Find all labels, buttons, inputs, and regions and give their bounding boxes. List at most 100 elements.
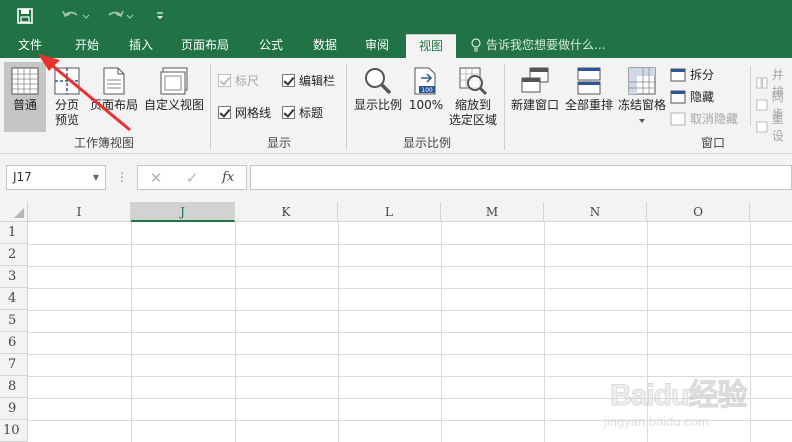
column-header[interactable]: J: [131, 202, 235, 222]
gridline: [28, 266, 792, 267]
watermark-url: jingyan.baidu.com: [604, 414, 709, 429]
row-header[interactable]: 2: [0, 244, 28, 266]
column-header[interactable]: M: [441, 202, 544, 222]
row-header[interactable]: 8: [0, 376, 28, 398]
tab-formulas[interactable]: 公式: [248, 32, 294, 58]
unhide-icon: [670, 112, 686, 125]
new-window-label: 新建窗口: [510, 98, 559, 112]
row-header[interactable]: 5: [0, 310, 28, 332]
zoom-selection-label-1: 缩放到: [454, 98, 491, 112]
zoom-button[interactable]: 显示比例: [352, 62, 404, 132]
custom-views-label: 自定义视图: [143, 98, 204, 112]
formula-input[interactable]: [250, 165, 792, 190]
title-bar: [0, 0, 792, 32]
gridlines-label: 网格线: [235, 106, 272, 120]
group-separator: [750, 66, 751, 126]
tab-insert[interactable]: 插入: [118, 32, 164, 58]
row-header[interactable]: 3: [0, 266, 28, 288]
column-header[interactable]: K: [235, 202, 338, 222]
freeze-panes-icon: [628, 67, 656, 95]
formula-bar-label: 编辑栏: [299, 74, 336, 88]
ribbon-tabs: 文件 开始 插入 页面布局 公式 数据 审阅 视图 告诉我您想要做什么...: [0, 32, 792, 58]
freeze-panes-button[interactable]: 冻结窗格: [616, 62, 668, 132]
hide-button[interactable]: 隐藏: [670, 88, 714, 105]
ribbon: 普通 分页 预览 页面布局 自定义视图 工作簿视图 标尺 编辑栏 网格线 标题 …: [0, 58, 792, 154]
tab-home[interactable]: 开始: [64, 32, 110, 58]
row-header[interactable]: 1: [0, 222, 28, 244]
column-header-partial[interactable]: [750, 202, 792, 222]
tab-review[interactable]: 审阅: [354, 32, 400, 58]
watermark-brand: Baidu经验: [609, 379, 747, 413]
chevron-down-icon[interactable]: ▼: [93, 166, 99, 189]
formula-bar: J17 ▼ ⋮ ✕ ✓ fx: [0, 154, 792, 202]
watermark: Baidu经验 jingyan.baidu.com: [600, 370, 785, 438]
new-window-button[interactable]: 新建窗口: [508, 62, 562, 132]
gridline: [28, 244, 792, 245]
formula-bar-check-box: [282, 74, 295, 87]
zoom-label: 显示比例: [353, 98, 402, 112]
arrange-all-label: 全部重排: [564, 98, 613, 112]
save-icon[interactable]: [12, 4, 38, 28]
page-break-label-2: 预览: [54, 113, 79, 127]
new-window-icon: [521, 67, 549, 93]
tab-file[interactable]: 文件: [8, 32, 52, 58]
undo-icon[interactable]: [58, 4, 94, 28]
unhide-button[interactable]: 取消隐藏: [670, 110, 738, 127]
insert-function-icon[interactable]: fx: [222, 170, 234, 185]
select-all-button[interactable]: [0, 202, 28, 222]
name-box-value: J17: [13, 170, 32, 184]
enter-icon[interactable]: ✓: [186, 169, 199, 187]
row-header[interactable]: 4: [0, 288, 28, 310]
zoom-to-selection-button[interactable]: 缩放到 选定区域: [446, 62, 500, 132]
redo-icon[interactable]: [102, 4, 138, 28]
arrange-all-button[interactable]: 全部重排: [562, 62, 616, 132]
hide-icon: [670, 90, 686, 103]
custom-views-button[interactable]: 自定义视图: [142, 62, 206, 132]
cancel-icon[interactable]: ✕: [150, 169, 163, 187]
ruler-check-box: [218, 74, 231, 87]
formula-bar-checkbox[interactable]: 编辑栏: [282, 72, 335, 89]
window-group-label: 窗口: [700, 136, 725, 150]
show-group-label: 显示: [266, 136, 291, 150]
tab-data[interactable]: 数据: [302, 32, 348, 58]
page-break-label-1: 分页: [54, 98, 79, 112]
gridline: [28, 310, 792, 311]
page-break-preview-button[interactable]: 分页 预览: [48, 62, 86, 132]
headings-check-box: [282, 106, 295, 119]
svg-text:100: 100: [421, 87, 433, 94]
lightbulb-icon: [471, 38, 481, 52]
more-icon[interactable]: ⋮: [116, 170, 128, 184]
row-header[interactable]: 7: [0, 354, 28, 376]
column-header[interactable]: L: [338, 202, 441, 222]
gridline: [28, 332, 792, 333]
gridline: [28, 288, 792, 289]
custom-views-icon: [160, 67, 188, 95]
workbook-views-group-label: 工作簿视图: [73, 136, 134, 150]
tell-me-box[interactable]: 告诉我您想要做什么...: [470, 32, 605, 58]
formula-buttons: ✕ ✓ fx: [137, 165, 247, 190]
row-header[interactable]: 10: [0, 420, 28, 442]
headings-checkbox[interactable]: 标题: [282, 104, 323, 121]
column-header[interactable]: I: [28, 202, 131, 222]
customize-icon[interactable]: [150, 4, 170, 28]
page-layout-view-button[interactable]: 页面布局: [88, 62, 140, 132]
tell-me-text: 告诉我您想要做什么...: [486, 38, 606, 52]
gridlines-check-box: [218, 106, 231, 119]
chevron-down-icon: [639, 119, 645, 123]
column-header[interactable]: O: [647, 202, 750, 222]
gridline: [28, 354, 792, 355]
name-box[interactable]: J17 ▼: [6, 165, 106, 190]
group-separator: [210, 64, 211, 150]
gridlines-checkbox[interactable]: 网格线: [218, 104, 271, 121]
split-button[interactable]: 拆分: [670, 66, 714, 83]
normal-view-button[interactable]: 普通: [4, 62, 46, 132]
zoom-100-button[interactable]: 100 100%: [406, 62, 446, 132]
tab-page-layout[interactable]: 页面布局: [172, 32, 238, 58]
ruler-checkbox[interactable]: 标尺: [218, 72, 259, 89]
zoom-selection-label-2: 选定区域: [448, 113, 497, 127]
tab-view[interactable]: 视图: [406, 34, 456, 58]
zoom-100-label: 100%: [408, 98, 444, 112]
column-header[interactable]: N: [544, 202, 647, 222]
row-header[interactable]: 9: [0, 398, 28, 420]
row-header[interactable]: 6: [0, 332, 28, 354]
